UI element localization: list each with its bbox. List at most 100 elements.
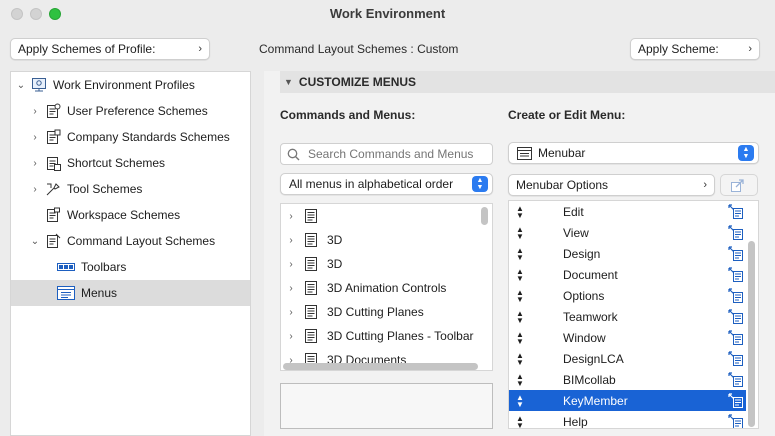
- chevron-right-icon[interactable]: ›: [29, 158, 41, 169]
- tree-item-label: Command Layout Schemes: [67, 234, 216, 248]
- edit-menu-icon[interactable]: [727, 203, 744, 220]
- list-item[interactable]: › 3D: [281, 228, 481, 252]
- select-stepper-icon: ▲ ▼: [472, 176, 488, 192]
- chevron-right-icon[interactable]: ›: [29, 132, 41, 143]
- menu-select[interactable]: Menubar ▲ ▼: [508, 142, 759, 164]
- menu-label: DesignLCA: [563, 351, 624, 366]
- tree-item-menus[interactable]: Menus: [11, 280, 250, 306]
- tree-item-shortcut-schemes[interactable]: › Shortcut Schemes: [11, 150, 250, 176]
- list-item[interactable]: ▲ ▼ View: [509, 222, 746, 243]
- drag-handle-icon[interactable]: ▲ ▼: [509, 393, 531, 408]
- list-item[interactable]: ▲ ▼ Design: [509, 243, 746, 264]
- drag-handle-icon[interactable]: ▲ ▼: [509, 267, 531, 282]
- drag-handle-icon[interactable]: ▲ ▼: [509, 246, 531, 261]
- list-item[interactable]: › 3D Cutting Planes: [281, 300, 481, 324]
- edit-menu-icon[interactable]: [727, 392, 744, 409]
- menu-label: Design: [563, 246, 601, 261]
- menu-filter-select[interactable]: All menus in alphabetical order ▲ ▼: [280, 173, 493, 195]
- chevron-right-icon[interactable]: ›: [285, 283, 297, 294]
- tree-item-label: Shortcut Schemes: [67, 156, 166, 170]
- chevron-right-icon[interactable]: ›: [285, 211, 297, 222]
- menubar-options-button[interactable]: Menubar Options ›: [508, 174, 715, 196]
- edit-menu-icon[interactable]: [727, 224, 744, 241]
- commands-horizontal-scrollbar[interactable]: [283, 363, 478, 370]
- chevron-right-icon[interactable]: ›: [29, 184, 41, 195]
- commands-list[interactable]: › › 3D › 3D › 3D Animation Controls › 3D…: [280, 203, 493, 371]
- command-label: 3D: [327, 233, 343, 247]
- user-preference-icon: [47, 103, 61, 118]
- drag-handle-icon[interactable]: ▲ ▼: [509, 351, 531, 366]
- menus-vertical-scrollbar[interactable]: [748, 241, 755, 427]
- chevron-down-icon[interactable]: ⌄: [29, 236, 41, 247]
- chevron-down-icon[interactable]: ⌄: [15, 80, 27, 91]
- company-standards-icon: [47, 129, 61, 144]
- menu-filter-value: All menus in alphabetical order: [289, 177, 454, 191]
- tree-item-command-layout-schemes[interactable]: ⌄ Command Layout Schemes: [11, 228, 250, 254]
- list-item[interactable]: ▲ ▼ Teamwork: [509, 306, 746, 327]
- tree-item-label: Menus: [81, 286, 118, 300]
- chevron-right-icon[interactable]: ›: [285, 259, 297, 270]
- command-label: 3D Cutting Planes - Toolbar: [327, 329, 474, 343]
- drag-handle-icon[interactable]: ▲ ▼: [509, 330, 531, 345]
- apply-profile-button[interactable]: Apply Schemes of Profile: ›: [10, 38, 210, 60]
- menu-document-icon: [305, 305, 317, 319]
- export-menu-button[interactable]: [720, 174, 758, 196]
- edit-menu-heading: Create or Edit Menu:: [508, 108, 626, 122]
- customize-menus-header[interactable]: ▼ CUSTOMIZE MENUS: [280, 71, 775, 93]
- drag-handle-icon[interactable]: ▲ ▼: [509, 225, 531, 240]
- apply-scheme-button[interactable]: Apply Scheme: ›: [630, 38, 760, 60]
- list-item[interactable]: › 3D: [281, 252, 481, 276]
- chevron-right-icon[interactable]: ›: [29, 106, 41, 117]
- drag-handle-icon[interactable]: ▲ ▼: [509, 288, 531, 303]
- list-item[interactable]: ▲ ▼ DesignLCA: [509, 348, 746, 369]
- drag-handle-icon[interactable]: ▲ ▼: [509, 372, 531, 387]
- commands-vertical-scrollbar[interactable]: [481, 207, 488, 225]
- drag-handle-icon[interactable]: ▲ ▼: [509, 414, 531, 428]
- chevron-right-icon[interactable]: ›: [285, 235, 297, 246]
- list-item[interactable]: ▲ ▼ Options: [509, 285, 746, 306]
- chevron-right-icon[interactable]: ›: [285, 331, 297, 342]
- tree-item-user-preference-schemes[interactable]: › User Preference Schemes: [11, 98, 250, 124]
- tree-item-toolbars[interactable]: Toolbars: [11, 254, 250, 280]
- search-field[interactable]: [280, 143, 493, 165]
- edit-menu-icon[interactable]: [727, 287, 744, 304]
- profiles-tree: ⌄ Work Environment Profiles › User Prefe…: [10, 71, 250, 436]
- tree-item-company-standards-schemes[interactable]: › Company Standards Schemes: [11, 124, 250, 150]
- chevron-right-icon: ›: [198, 43, 202, 55]
- menu-label: Teamwork: [563, 309, 618, 324]
- list-item[interactable]: ▲ ▼ Edit: [509, 201, 746, 222]
- list-item[interactable]: › 3D Cutting Planes - Toolbar: [281, 324, 481, 348]
- tree-item-workspace-schemes[interactable]: Workspace Schemes: [11, 202, 250, 228]
- menu-document-icon: [305, 233, 317, 247]
- tree-item-work-environment-profiles[interactable]: ⌄ Work Environment Profiles: [11, 72, 250, 98]
- list-item[interactable]: ▲ ▼ BIMcollab: [509, 369, 746, 390]
- menubar-items-list[interactable]: ▲ ▼ Edit ▲ ▼ View ▲ ▼ Design ▲ ▼ Document ▲ ▼…: [508, 200, 759, 429]
- menu-document-icon: [305, 281, 317, 295]
- command-preview-box: [280, 383, 493, 429]
- tree-item-label: Workspace Schemes: [67, 208, 181, 222]
- list-item[interactable]: ▲ ▼ Help: [509, 411, 746, 429]
- commands-heading: Commands and Menus:: [280, 108, 416, 122]
- edit-menu-icon[interactable]: [727, 245, 744, 262]
- scheme-caption: Command Layout Schemes : Custom: [259, 42, 459, 56]
- list-item[interactable]: › 3D Animation Controls: [281, 276, 481, 300]
- edit-menu-icon[interactable]: [727, 266, 744, 283]
- list-item[interactable]: ▲ ▼ Window: [509, 327, 746, 348]
- chevron-right-icon[interactable]: ›: [285, 307, 297, 318]
- menu-label: BIMcollab: [563, 372, 616, 387]
- edit-menu-icon[interactable]: [727, 308, 744, 325]
- panel-splitter[interactable]: [250, 71, 264, 436]
- search-input[interactable]: [306, 146, 486, 162]
- edit-menu-icon[interactable]: [727, 413, 744, 429]
- edit-menu-icon[interactable]: [727, 350, 744, 367]
- list-item[interactable]: ›: [281, 204, 481, 228]
- drag-handle-icon[interactable]: ▲ ▼: [509, 204, 531, 219]
- tree-item-tool-schemes[interactable]: › Tool Schemes: [11, 176, 250, 202]
- drag-handle-icon[interactable]: ▲ ▼: [509, 309, 531, 324]
- chevron-right-icon: ›: [748, 43, 752, 55]
- list-item[interactable]: ▲ ▼ Document: [509, 264, 746, 285]
- edit-menu-icon[interactable]: [727, 371, 744, 388]
- list-item-selected[interactable]: ▲ ▼ KeyMember: [509, 390, 746, 411]
- edit-menu-icon[interactable]: [727, 329, 744, 346]
- toolbars-icon: [57, 263, 75, 271]
